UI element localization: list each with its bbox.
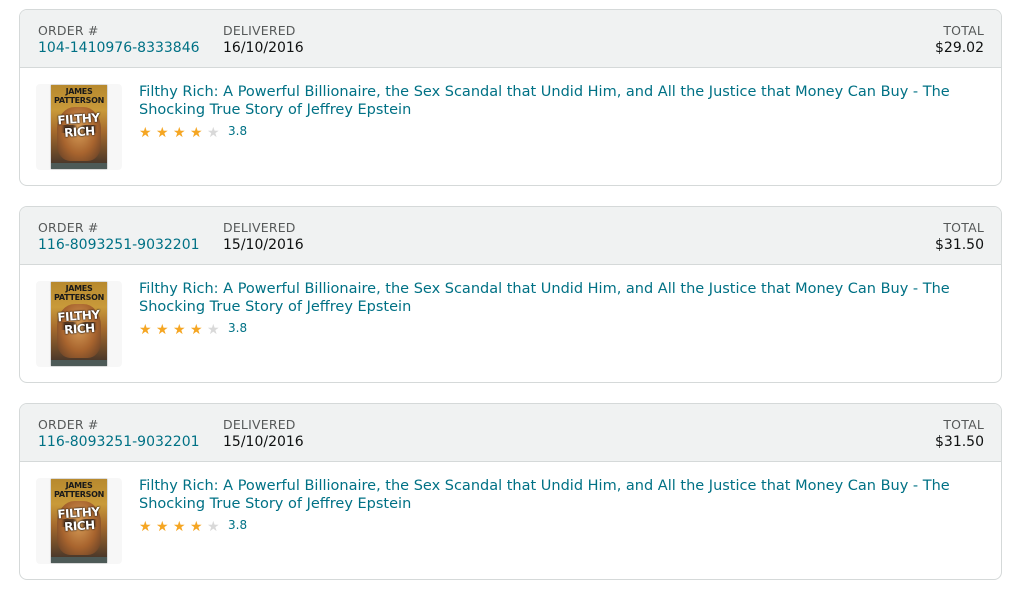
rating-value: 3.8 — [228, 518, 248, 532]
order-number-link[interactable]: 104-1410976-8333846 — [38, 39, 200, 57]
total-group: TOTAL $29.02 — [935, 23, 984, 57]
cover-author: JAMES PATTERSON — [54, 284, 104, 302]
product-rating[interactable]: ★ ★ ★ ★ ★ 3.8 — [139, 319, 248, 338]
order-number-link[interactable]: 116-8093251-9032201 — [38, 236, 200, 254]
delivered-group: DELIVERED 15/10/2016 — [223, 220, 304, 254]
book-cover-image: JAMES PATTERSON FILTHY RICH — [51, 85, 107, 169]
order-header: ORDER # 116-8093251-9032201 DELIVERED 15… — [20, 404, 1001, 462]
order-total: $31.50 — [935, 434, 984, 450]
delivered-date: 15/10/2016 — [223, 237, 304, 253]
book-cover-image: JAMES PATTERSON FILTHY RICH — [51, 282, 107, 366]
total-label: TOTAL — [943, 23, 984, 38]
order-number-link[interactable]: 116-8093251-9032201 — [38, 433, 200, 451]
delivered-label: DELIVERED — [223, 23, 296, 38]
star-rating: ★ ★ ★ ★ ★ — [139, 122, 224, 141]
order-number-group: ORDER # 116-8093251-9032201 — [38, 417, 200, 451]
star-icon: ★ — [139, 321, 152, 338]
order-number-group: ORDER # 116-8093251-9032201 — [38, 220, 200, 254]
total-group: TOTAL $31.50 — [935, 417, 984, 451]
order-body: JAMES PATTERSON FILTHY RICH Filthy Rich:… — [20, 68, 1001, 185]
delivered-label: DELIVERED — [223, 417, 296, 432]
book-cover-image: JAMES PATTERSON FILTHY RICH — [51, 479, 107, 563]
product-image[interactable]: JAMES PATTERSON FILTHY RICH — [36, 478, 122, 564]
delivered-group: DELIVERED 15/10/2016 — [223, 417, 304, 451]
star-rating: ★ ★ ★ ★ ★ — [139, 516, 224, 535]
delivered-date: 16/10/2016 — [223, 40, 304, 56]
order-header: ORDER # 104-1410976-8333846 DELIVERED 16… — [20, 10, 1001, 68]
cover-author: JAMES PATTERSON — [54, 87, 104, 105]
cover-title: FILTHY RICH — [56, 504, 101, 535]
star-icon: ★ — [156, 518, 169, 535]
product-title-link[interactable]: Filthy Rich: A Powerful Billionaire, the… — [139, 83, 969, 119]
star-icon: ★ — [173, 518, 186, 535]
cover-title: FILTHY RICH — [56, 110, 101, 141]
total-group: TOTAL $31.50 — [935, 220, 984, 254]
total-label: TOTAL — [943, 220, 984, 235]
star-icon: ★ — [139, 124, 152, 141]
star-icon: ★ — [207, 321, 220, 338]
product-image[interactable]: JAMES PATTERSON FILTHY RICH — [36, 281, 122, 367]
order-card: ORDER # 104-1410976-8333846 DELIVERED 16… — [19, 9, 1002, 186]
product-title-link[interactable]: Filthy Rich: A Powerful Billionaire, the… — [139, 280, 969, 316]
order-body: JAMES PATTERSON FILTHY RICH Filthy Rich:… — [20, 462, 1001, 579]
order-total: $29.02 — [935, 40, 984, 56]
cover-title: FILTHY RICH — [56, 307, 101, 338]
rating-value: 3.8 — [228, 124, 248, 138]
delivered-date: 15/10/2016 — [223, 434, 304, 450]
star-rating: ★ ★ ★ ★ ★ — [139, 319, 224, 338]
star-icon: ★ — [207, 518, 220, 535]
star-icon: ★ — [207, 124, 220, 141]
cover-author: JAMES PATTERSON — [54, 481, 104, 499]
order-header: ORDER # 116-8093251-9032201 DELIVERED 15… — [20, 207, 1001, 265]
product-rating[interactable]: ★ ★ ★ ★ ★ 3.8 — [139, 516, 248, 535]
star-icon: ★ — [156, 321, 169, 338]
star-icon: ★ — [156, 124, 169, 141]
star-icon: ★ — [173, 124, 186, 141]
delivered-group: DELIVERED 16/10/2016 — [223, 23, 304, 57]
star-icon: ★ — [190, 124, 203, 141]
order-number-group: ORDER # 104-1410976-8333846 — [38, 23, 200, 57]
order-number-label: ORDER # — [38, 23, 99, 38]
order-number-label: ORDER # — [38, 417, 99, 432]
star-icon: ★ — [139, 518, 152, 535]
product-image[interactable]: JAMES PATTERSON FILTHY RICH — [36, 84, 122, 170]
order-list: ORDER # 104-1410976-8333846 DELIVERED 16… — [0, 0, 1024, 594]
star-icon: ★ — [173, 321, 186, 338]
order-total: $31.50 — [935, 237, 984, 253]
order-card: ORDER # 116-8093251-9032201 DELIVERED 15… — [19, 403, 1002, 580]
product-title-link[interactable]: Filthy Rich: A Powerful Billionaire, the… — [139, 477, 969, 513]
order-card: ORDER # 116-8093251-9032201 DELIVERED 15… — [19, 206, 1002, 383]
total-label: TOTAL — [943, 417, 984, 432]
star-icon: ★ — [190, 518, 203, 535]
star-icon: ★ — [190, 321, 203, 338]
order-number-label: ORDER # — [38, 220, 99, 235]
product-rating[interactable]: ★ ★ ★ ★ ★ 3.8 — [139, 122, 248, 141]
order-body: JAMES PATTERSON FILTHY RICH Filthy Rich:… — [20, 265, 1001, 382]
rating-value: 3.8 — [228, 321, 248, 335]
delivered-label: DELIVERED — [223, 220, 296, 235]
